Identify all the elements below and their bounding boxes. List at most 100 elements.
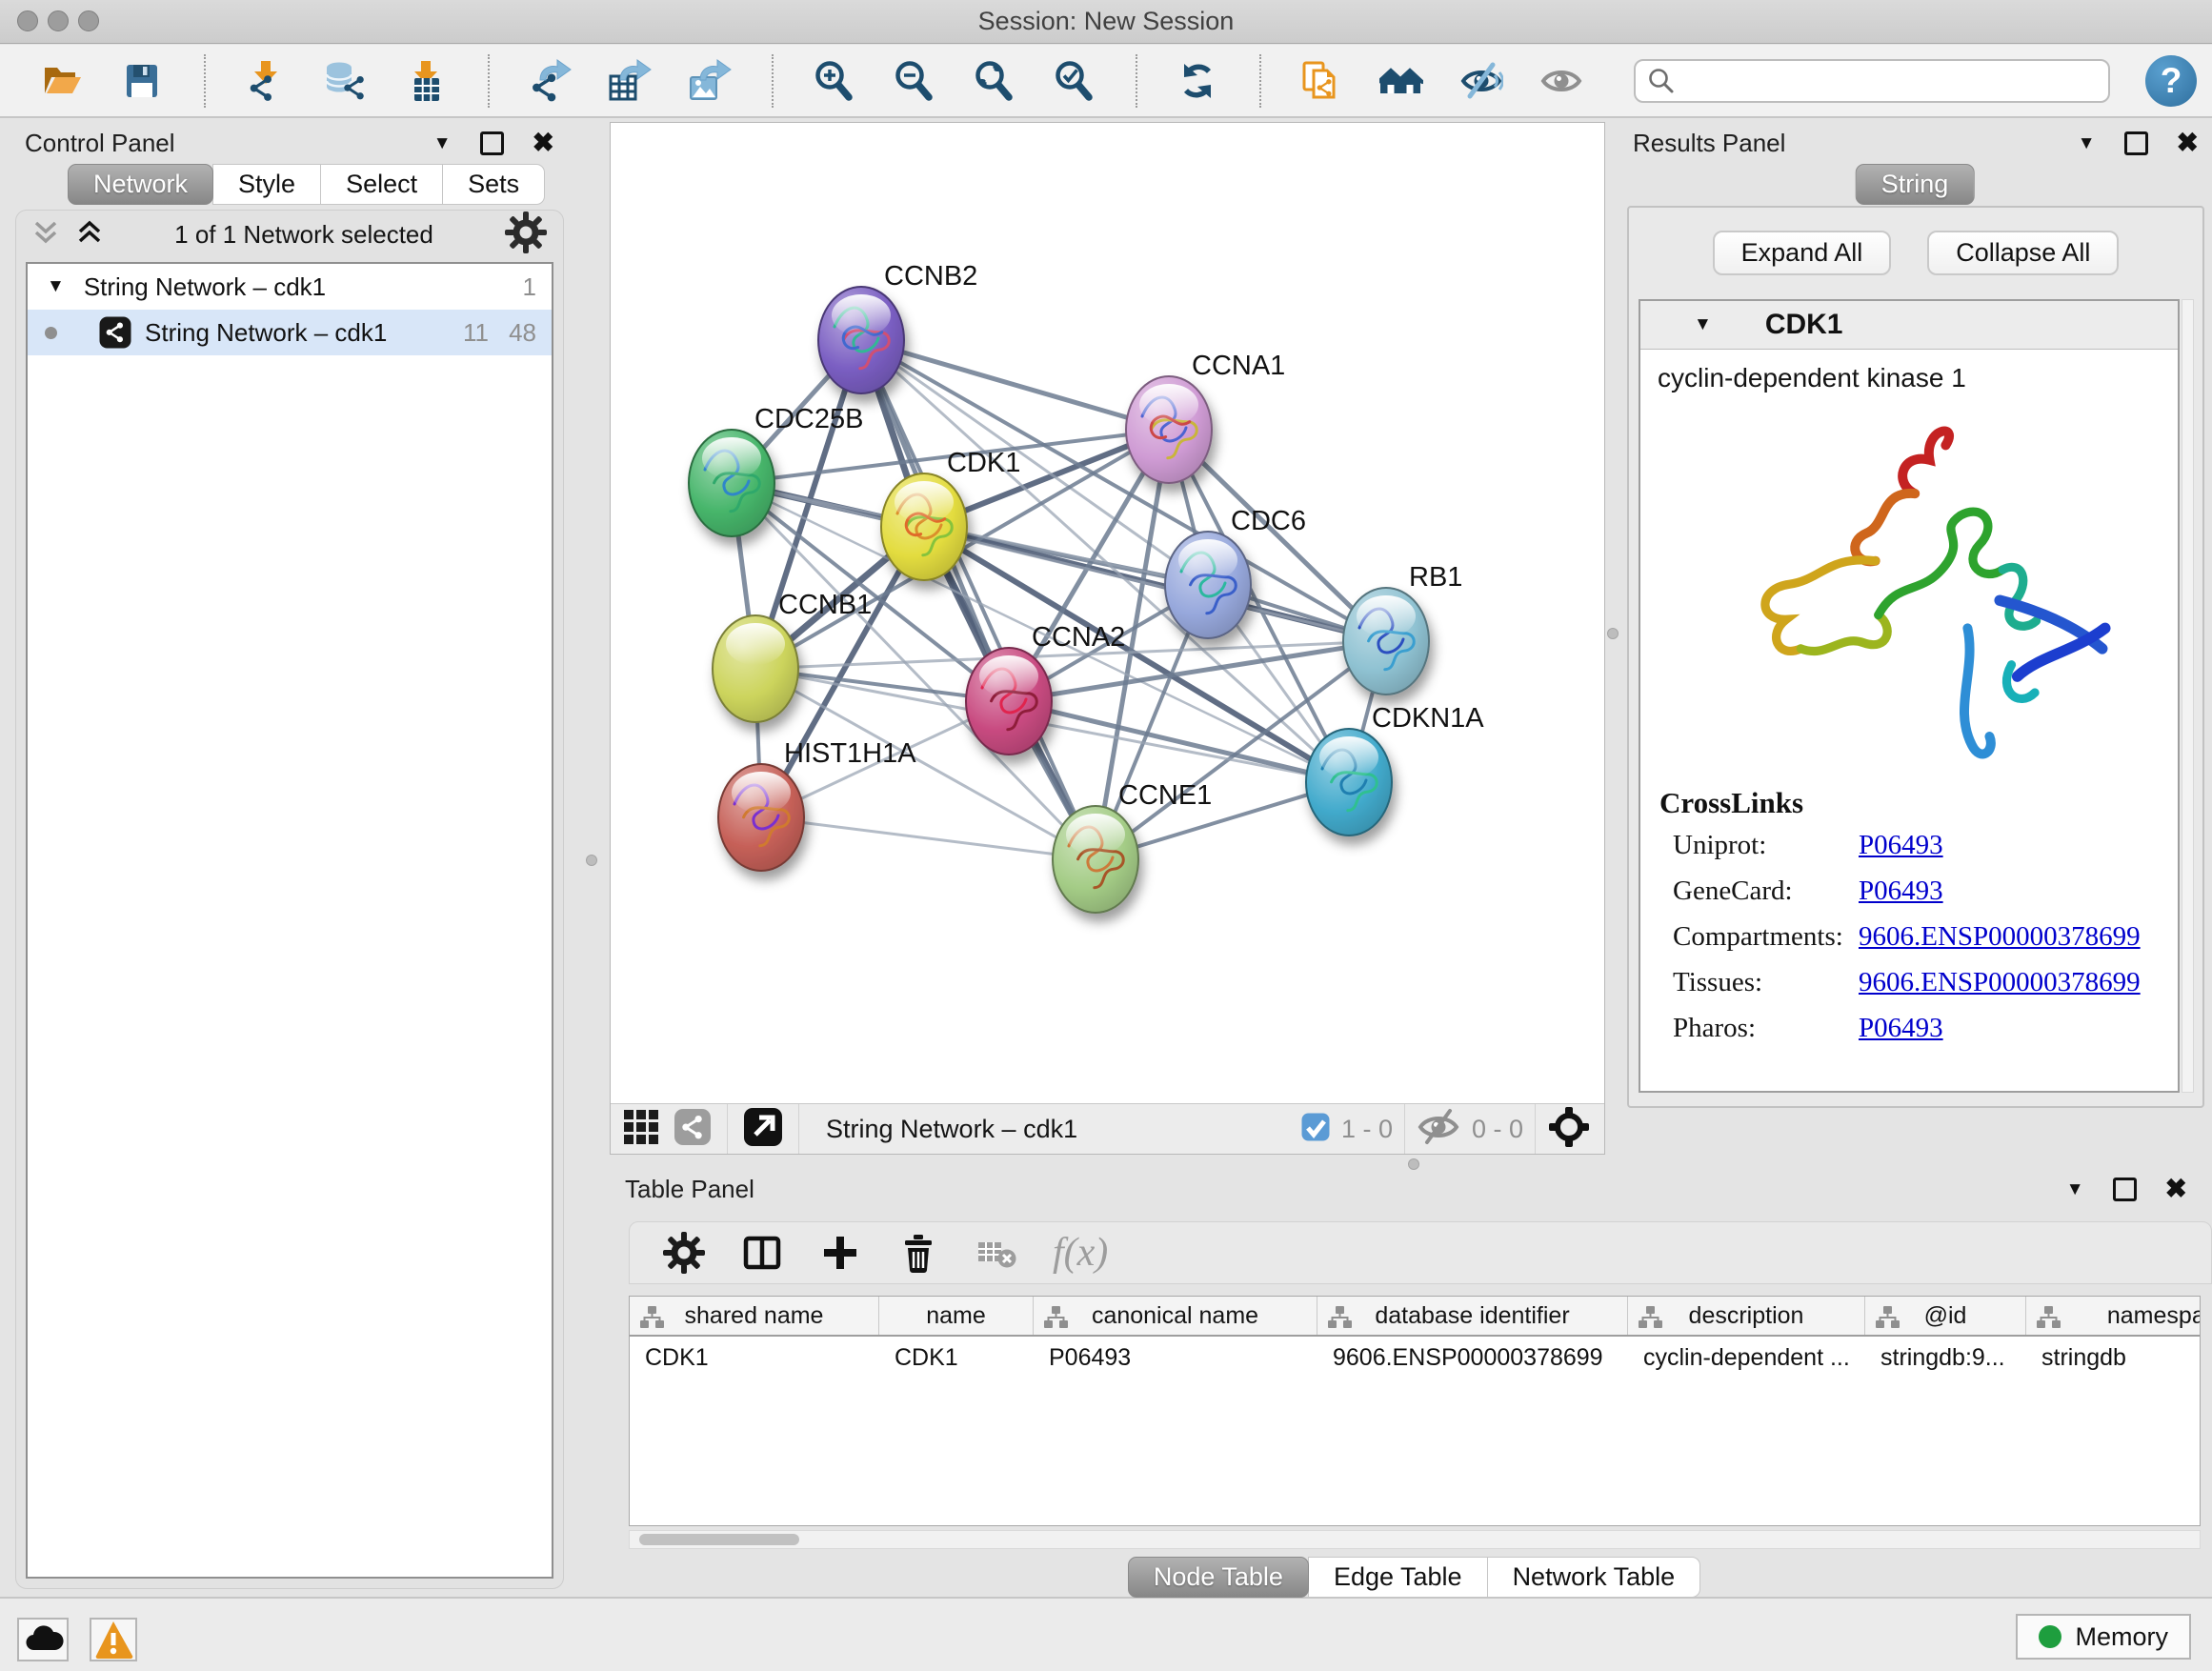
tab-edge-table[interactable]: Edge Table <box>1308 1557 1488 1598</box>
network-node-ccna1[interactable] <box>1126 376 1212 483</box>
expand-all-icon[interactable] <box>75 219 104 251</box>
table-cell[interactable]: stringdb <box>2026 1344 2201 1372</box>
column-header-id[interactable]: @id <box>1865 1297 2026 1335</box>
memory-button[interactable]: Memory <box>2016 1614 2191 1660</box>
tab-network-table[interactable]: Network Table <box>1487 1557 1701 1598</box>
zoom-in-button[interactable] <box>812 59 855 103</box>
table-settings-gear-button[interactable] <box>662 1231 706 1275</box>
export-table-button[interactable] <box>608 59 652 103</box>
panel-close-icon[interactable]: ✖ <box>2177 130 2199 156</box>
open-session-button[interactable] <box>40 59 84 103</box>
maximize-window-button[interactable] <box>78 10 99 31</box>
zoom-out-button[interactable] <box>892 59 935 103</box>
tab-select[interactable]: Select <box>320 164 443 205</box>
import-table-file-button[interactable] <box>404 59 448 103</box>
table-cell[interactable]: P06493 <box>1034 1344 1317 1372</box>
tab-style[interactable]: Style <box>212 164 321 205</box>
node-details-header[interactable]: ▼ CDK1 <box>1640 301 2178 350</box>
table-hscrollbar-thumb[interactable] <box>639 1534 799 1545</box>
panel-menu-icon[interactable]: ▼ <box>2066 1180 2084 1198</box>
crosslink-value[interactable]: P06493 <box>1859 830 1943 861</box>
panel-menu-icon[interactable]: ▼ <box>2078 134 2096 152</box>
first-neighbors-button[interactable] <box>1379 59 1423 103</box>
show-all-button[interactable] <box>1539 59 1583 103</box>
hidden-eye-icon[interactable] <box>1417 1105 1460 1154</box>
crosslink-value[interactable]: P06493 <box>1859 1013 1943 1044</box>
network-node-cdc6[interactable] <box>1165 532 1251 638</box>
open-in-new-window-icon[interactable] <box>743 1107 783 1152</box>
tab-string[interactable]: String <box>1856 164 1975 205</box>
tab-network[interactable]: Network <box>68 164 213 205</box>
network-node-cdkn1a[interactable] <box>1306 729 1392 836</box>
minimize-window-button[interactable] <box>48 10 69 31</box>
panel-close-icon[interactable]: ✖ <box>2165 1176 2187 1202</box>
columns-button[interactable] <box>740 1231 784 1275</box>
network-node-ccnb1[interactable] <box>713 615 798 722</box>
table-cell[interactable]: cyclin-dependent ... <box>1628 1344 1865 1372</box>
export-network-button[interactable] <box>528 59 572 103</box>
save-session-button[interactable] <box>120 59 164 103</box>
panel-close-icon[interactable]: ✖ <box>533 130 554 156</box>
table-row[interactable]: CDK1CDK1P064939606.ENSP00000378699cyclin… <box>630 1337 2200 1379</box>
bottom-splitter-handle[interactable] <box>1408 1158 1419 1170</box>
table-cell[interactable]: 9606.ENSP00000378699 <box>1317 1344 1628 1372</box>
network-edge[interactable] <box>861 340 1169 430</box>
expand-all-button[interactable]: Expand All <box>1713 231 1892 275</box>
network-edge[interactable] <box>761 817 1096 859</box>
help-button[interactable]: ? <box>2145 55 2197 107</box>
network-node-cdk1[interactable] <box>881 473 967 580</box>
network-canvas[interactable]: CCNB2CCNA1CDC25BCDK1CDC6RB1CCNB1CCNA2CDK… <box>611 123 1604 1110</box>
network-node-ccnb2[interactable] <box>818 287 904 393</box>
section-expander-icon[interactable]: ▼ <box>1694 314 1712 335</box>
zoom-selected-button[interactable] <box>1052 59 1096 103</box>
delete-column-button[interactable] <box>896 1231 940 1275</box>
panel-float-icon[interactable] <box>2113 1178 2137 1201</box>
column-header-namespace[interactable]: namespace <box>2026 1297 2201 1335</box>
warning-button[interactable] <box>90 1618 137 1661</box>
table-cell[interactable]: CDK1 <box>630 1344 879 1372</box>
column-header-name[interactable]: name <box>879 1297 1034 1335</box>
column-header-databaseidentifier[interactable]: database identifier <box>1317 1297 1628 1335</box>
tab-node-table[interactable]: Node Table <box>1128 1557 1309 1598</box>
panel-menu-icon[interactable]: ▼ <box>433 134 452 152</box>
view-grid-icon[interactable] <box>624 1110 658 1149</box>
panel-float-icon[interactable] <box>2124 131 2148 155</box>
tree-expander-icon[interactable]: ▼ <box>47 276 65 297</box>
network-node-hist1h1a[interactable] <box>718 764 804 871</box>
clone-network-button[interactable] <box>1299 59 1343 103</box>
network-options-gear-icon[interactable] <box>504 211 548 259</box>
import-network-database-button[interactable] <box>324 59 368 103</box>
network-edge[interactable] <box>1009 701 1349 782</box>
close-window-button[interactable] <box>17 10 38 31</box>
network-node-cdc25b[interactable] <box>689 430 774 536</box>
navigator-crosshair-icon[interactable] <box>1547 1105 1591 1154</box>
refresh-view-button[interactable] <box>1176 59 1219 103</box>
cloud-button[interactable] <box>17 1618 69 1661</box>
column-header-sharedname[interactable]: shared name <box>630 1297 879 1335</box>
network-graph[interactable]: CCNB2CCNA1CDC25BCDK1CDC6RB1CCNB1CCNA2CDK… <box>611 123 1606 1105</box>
hide-selected-button[interactable] <box>1459 59 1503 103</box>
export-image-button[interactable] <box>688 59 732 103</box>
table-hscrollbar[interactable] <box>629 1530 2201 1549</box>
network-collection-row[interactable]: ▼ String Network – cdk1 1 <box>28 264 552 310</box>
zoom-fit-content-button[interactable] <box>972 59 1016 103</box>
results-scrollbar[interactable] <box>2182 299 2194 1093</box>
search-input[interactable] <box>1683 66 2108 97</box>
crosslink-value[interactable]: 9606.ENSP00000378699 <box>1859 967 2141 998</box>
add-column-button[interactable] <box>818 1231 862 1275</box>
panel-float-icon[interactable] <box>480 131 504 155</box>
network-node-ccna2[interactable] <box>966 648 1052 755</box>
crosslink-value[interactable]: P06493 <box>1859 876 1943 907</box>
network-edge[interactable] <box>861 340 1096 859</box>
import-network-file-button[interactable] <box>244 59 288 103</box>
network-node-ccne1[interactable] <box>1053 806 1138 913</box>
view-string-icon[interactable] <box>674 1108 712 1151</box>
table-cell[interactable]: CDK1 <box>879 1344 1034 1372</box>
table-cell[interactable]: stringdb:9... <box>1865 1344 2026 1372</box>
left-splitter-handle[interactable] <box>586 855 597 866</box>
search-box[interactable] <box>1634 59 2110 103</box>
tab-sets[interactable]: Sets <box>442 164 545 205</box>
column-header-description[interactable]: description <box>1628 1297 1865 1335</box>
network-node-rb1[interactable] <box>1343 588 1429 695</box>
crosslink-value[interactable]: 9606.ENSP00000378699 <box>1859 921 2141 953</box>
